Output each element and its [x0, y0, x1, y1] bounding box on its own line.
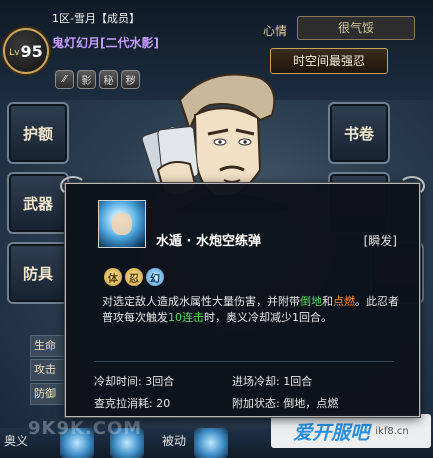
stat-label-attack: 攻击: [30, 359, 69, 381]
stat-extra-status: 附加状态: 倒地，点燃: [232, 397, 339, 410]
bottom-label-passive: 被动: [162, 434, 187, 448]
trait-icon-secret[interactable]: 秘: [99, 70, 118, 89]
mood-value: 很气馁: [297, 16, 415, 40]
mood-label: 心情: [263, 24, 288, 38]
bottom-skill-slot-3[interactable]: [194, 428, 228, 458]
skill-icon: [98, 200, 146, 248]
desc-part-1: 对选定敌人造成水属性大量伤害，并附带: [102, 295, 300, 308]
slot-headband[interactable]: 护额: [7, 102, 69, 164]
trait-icon-seal[interactable]: 秽: [121, 70, 140, 89]
desc-highlight-combo: 10连击: [168, 311, 204, 324]
slot-scroll[interactable]: 书卷: [328, 102, 390, 164]
slot-armor[interactable]: 防具: [7, 242, 69, 304]
level-number: 95: [20, 41, 43, 61]
skill-name: 水遁 · 水炮空练弹: [156, 234, 261, 249]
level-badge: Lv 95: [3, 28, 49, 74]
desc-part-4: 时，奥义冷却减少1回合。: [204, 311, 332, 324]
bottom-label-ultimate: 奥义: [4, 434, 29, 448]
trait-icon-shadow[interactable]: 影: [77, 70, 96, 89]
skill-description: 对选定敌人造成水属性大量伤害，并附带倒地和点燃。此忍者普攻每次触发10连击时，奥…: [102, 294, 402, 326]
hand-seal-icon: [112, 213, 132, 235]
stat-label-defense: 防御: [30, 383, 69, 405]
watermark-text: 9K9K.COM: [28, 418, 143, 439]
level-prefix: Lv: [9, 47, 20, 58]
desc-highlight-knockdown: 倒地: [300, 295, 322, 308]
slot-weapon[interactable]: 武器: [7, 172, 69, 234]
chakra-genjutsu-icon: 幻: [146, 268, 164, 286]
tooltip-divider: [94, 361, 394, 362]
stat-entry-cooldown: 进场冷却: 1回合: [232, 375, 313, 388]
corner-ornament-tl: [60, 176, 86, 196]
stat-cooldown: 冷却时间: 3回合: [94, 375, 175, 388]
chakra-taijutsu-icon: 体: [104, 268, 122, 286]
chakra-ninjutsu-icon: 忍: [125, 268, 143, 286]
chakra-type-row: 体 忍 幻: [104, 268, 164, 286]
desc-part-2: 和: [322, 295, 333, 308]
player-name: 鬼灯幻月[二代水影]: [52, 36, 159, 50]
desc-highlight-ignite: 点燃: [333, 295, 355, 308]
trait-icon-row: ⁄⁄ 影 秘 秽: [55, 70, 140, 89]
skill-type: [瞬发]: [363, 234, 397, 248]
corner-ornament-tr: [399, 176, 425, 196]
stat-chakra-cost: 查克拉消耗: 20: [94, 397, 171, 410]
player-server-line: 1区-雪月【成员】: [52, 12, 140, 25]
trait-icon-slash[interactable]: ⁄⁄: [55, 70, 74, 89]
site-logo: 爱开服吧 ikf8.cn: [271, 414, 431, 448]
stat-label-hp: 生命: [30, 335, 69, 357]
site-logo-domain: ikf8.cn: [375, 425, 409, 437]
site-logo-name: 爱开服吧: [293, 421, 370, 444]
skill-tooltip: 水遁 · 水炮空练弹 [瞬发] 体 忍 幻 对选定敌人造成水属性大量伤害，并附带…: [60, 176, 425, 417]
